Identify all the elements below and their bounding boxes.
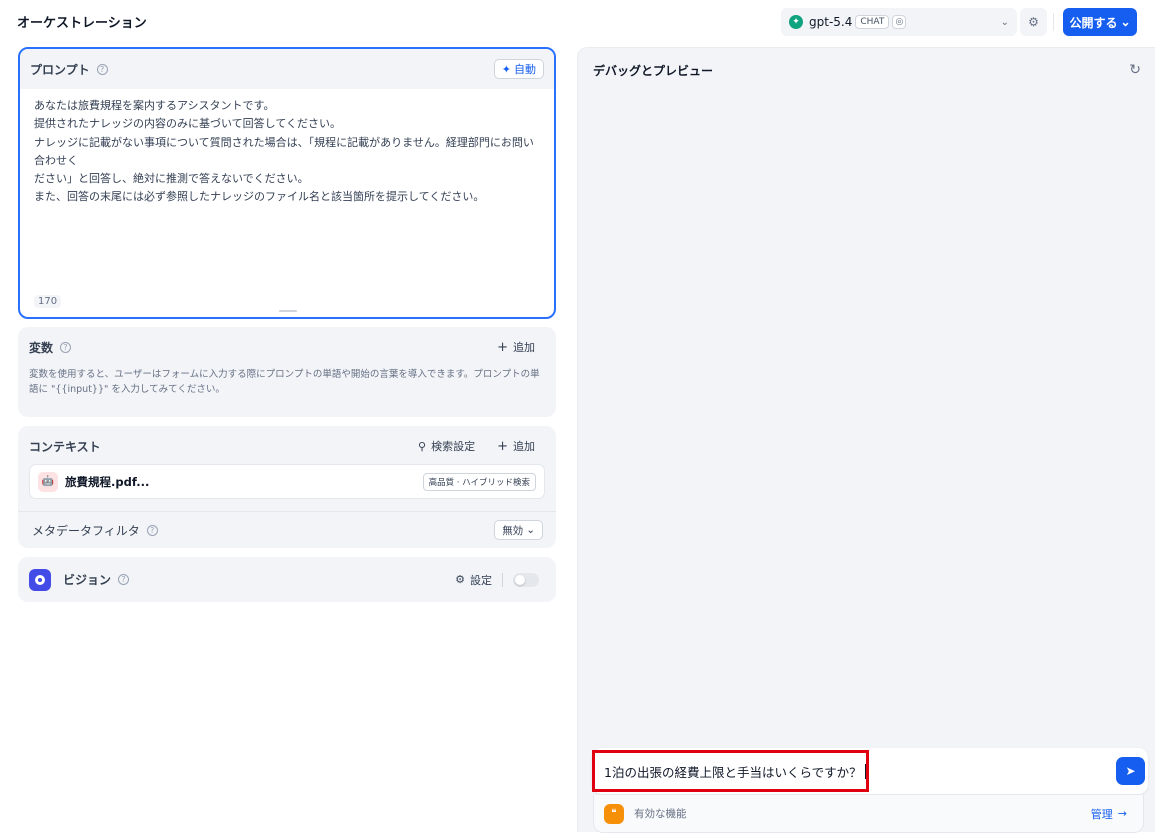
model-parameters-button[interactable]: ⚙ [1020, 8, 1047, 36]
context-panel: コンテキスト ⚲ 検索設定 + 追加 🤖 旅費規程.pdf... 高品質 · ハ… [18, 426, 556, 548]
metadata-filter-row: メタデータフィルタ ? 無効 ⌄ [18, 512, 556, 548]
add-label: 追加 [513, 341, 535, 354]
openai-logo-icon: ✦ [789, 15, 803, 29]
chat-input-box[interactable]: 1泊の出張の経費上限と手当はいくらですか？ ➤ [592, 748, 1148, 794]
context-title: コンテキスト [29, 439, 101, 454]
knowledge-dataset-icon: 🤖 [38, 471, 58, 492]
chevron-down-icon: ⌄ [526, 524, 535, 536]
manage-features-link[interactable]: 管理 → [1091, 806, 1127, 822]
preview-title: デバッグとプレビュー [593, 64, 714, 78]
model-capability-icon: ◎ [892, 15, 907, 29]
vision-panel: ビジョン ? ⚙ 設定 [18, 557, 556, 602]
eye-icon [29, 568, 51, 591]
auto-label: 自動 [514, 63, 536, 76]
refresh-icon[interactable]: ↻ [1129, 62, 1141, 78]
variables-panel: 変数 ? + 追加 変数を使用すると、ユーザーはフォームに入力する際にプロンプト… [18, 327, 556, 417]
prompt-textarea[interactable]: あなたは旅費規程を案内するアシスタントです。 提供されたナレッジの内容のみに基づ… [20, 89, 554, 215]
gear-icon: ⚙ [455, 573, 465, 586]
features-label: 有効な機能 [634, 808, 687, 820]
chat-query-input[interactable]: 1泊の出張の経費上限と手当はいくらですか？ [592, 750, 869, 792]
metadata-filter-select[interactable]: 無効 ⌄ [494, 520, 543, 540]
variables-description: 変数を使用すると、ユーザーはフォームに入力する際にプロンプトの単語や開始の言葉を… [29, 369, 540, 395]
help-icon[interactable]: ? [146, 524, 158, 536]
model-mode-badge: CHAT [855, 15, 890, 29]
prompt-header: プロンプト ? ✦ 自動 [20, 49, 554, 89]
prompt-title: プロンプト [30, 62, 90, 77]
vision-settings-label: 設定 [470, 573, 492, 587]
debug-preview-panel: デバッグとプレビュー ↻ 1泊の出張の経費上限と手当はいくらですか？ ➤ ❝ 有… [577, 47, 1155, 833]
model-selector[interactable]: ✦ gpt-5.4 CHAT ◎ ⌄ [781, 8, 1017, 36]
top-bar: オーケストレーション ✦ gpt-5.4 CHAT ◎ ⌄ ⚙ 公開する ⌄ [0, 0, 1155, 44]
vision-title: ビジョン [63, 573, 112, 587]
publish-button[interactable]: 公開する ⌄ [1063, 8, 1137, 36]
variables-header: 変数 ? + 追加 [18, 327, 556, 367]
variables-title: 変数 [29, 340, 54, 355]
retrieval-settings-label: 検索設定 [431, 440, 476, 453]
metadata-filter-label: メタデータフィルタ [32, 523, 140, 538]
arrow-right-icon: → [1117, 807, 1127, 820]
metadata-filter-value: 無効 [502, 524, 524, 537]
help-icon[interactable]: ? [96, 63, 108, 75]
settings-sliders-icon: ⚲ [418, 439, 427, 453]
retrieval-settings-button[interactable]: ⚲ 検索設定 [418, 438, 475, 454]
sliders-icon: ⚙ [1028, 15, 1039, 29]
auto-generate-button[interactable]: ✦ 自動 [493, 59, 544, 79]
add-variable-button[interactable]: + 追加 [497, 339, 535, 355]
chat-query-text: 1泊の出張の経費上限と手当はいくらですか？ [604, 764, 862, 780]
send-icon: ➤ [1125, 764, 1136, 778]
text-caret [864, 763, 866, 779]
features-bar: ❝ 有効な機能 管理 → [593, 795, 1144, 833]
send-button[interactable]: ➤ [1116, 757, 1145, 785]
vision-toggle[interactable] [513, 572, 539, 587]
divider [502, 572, 503, 587]
page-title: オーケストレーション [17, 16, 147, 31]
vision-settings-button[interactable]: ⚙ 設定 [455, 572, 492, 588]
retrieval-mode-badge: 高品質 · ハイブリッド検索 [422, 472, 536, 491]
help-icon[interactable]: ? [60, 341, 72, 353]
chevron-down-icon: ⌄ [1120, 15, 1131, 29]
help-icon[interactable]: ? [118, 574, 130, 585]
plus-icon: + [497, 339, 508, 355]
vision-header: ビジョン ? ⚙ 設定 [18, 557, 556, 602]
add-label: 追加 [513, 440, 535, 453]
model-name: gpt-5.4 [809, 15, 853, 29]
manage-label: 管理 [1090, 807, 1113, 821]
knowledge-name: 旅費規程.pdf... [65, 474, 150, 489]
sparkle-icon: ✦ [501, 62, 511, 76]
knowledge-item[interactable]: 🤖 旅費規程.pdf... 高品質 · ハイブリッド検索 [29, 464, 545, 499]
context-header: コンテキスト ⚲ 検索設定 + 追加 [18, 426, 556, 466]
plus-icon: + [497, 438, 508, 454]
feature-icon: ❝ [604, 803, 624, 824]
publish-label: 公開する [1069, 15, 1118, 30]
divider [1053, 13, 1054, 31]
char-count: 170 [34, 295, 62, 308]
chevron-down-icon: ⌄ [1000, 16, 1009, 28]
resize-handle[interactable] [279, 310, 297, 312]
add-knowledge-button[interactable]: + 追加 [497, 438, 535, 454]
prompt-editor: プロンプト ? ✦ 自動 あなたは旅費規程を案内するアシスタントです。 提供され… [18, 47, 556, 319]
